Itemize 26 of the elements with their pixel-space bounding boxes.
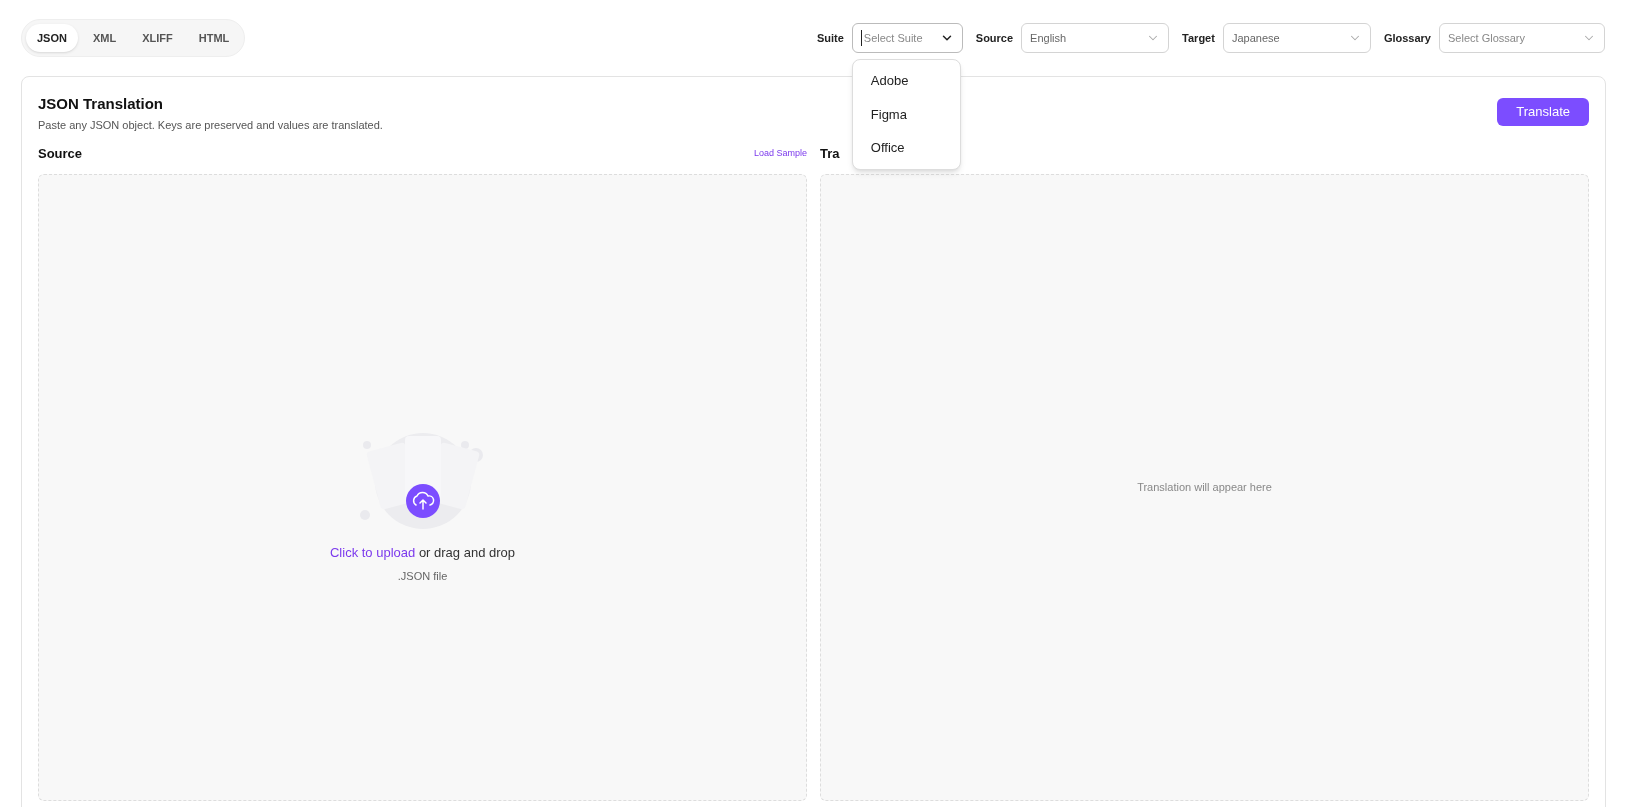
- dropdown-option[interactable]: Adobe: [852, 64, 960, 98]
- card-subtitle: Paste any JSON object. Keys are preserved and values are translated.: [38, 117, 383, 133]
- select-label: Source: [975, 30, 1014, 46]
- select-field[interactable]: English: [1021, 23, 1170, 53]
- format-tab[interactable]: JSON: [26, 23, 78, 53]
- select-field[interactable]: Select Suite: [851, 23, 963, 53]
- panel-label: Tra: [820, 145, 840, 164]
- dropdown-option[interactable]: Figma: [852, 97, 960, 131]
- upload-dropzone[interactable]: Click to upload or drag and drop .JSON file: [38, 174, 807, 801]
- upload-instruction: Click to upload or drag and drop: [330, 543, 515, 562]
- format-tab[interactable]: HTML: [187, 23, 241, 53]
- translate-button[interactable]: Translate: [1497, 98, 1589, 126]
- format-tab[interactable]: XLIFF: [131, 23, 184, 53]
- panel-label: Source: [38, 145, 83, 164]
- select-field[interactable]: Select Glossary: [1439, 23, 1605, 53]
- select-label: Suite: [816, 30, 844, 46]
- load-sample-link[interactable]: Load Sample: [753, 147, 807, 161]
- file-type-hint: .JSON file: [397, 569, 448, 584]
- empty-state-text: Translation will appear here: [1137, 480, 1272, 496]
- select-field[interactable]: Japanese: [1222, 23, 1371, 53]
- card-title: JSON Translation: [38, 94, 165, 114]
- dropdown-option[interactable]: Office: [852, 131, 960, 165]
- select-label: Glossary: [1383, 30, 1431, 46]
- format-tab[interactable]: XML: [81, 23, 128, 53]
- select-label: Target: [1182, 30, 1215, 46]
- upload-link[interactable]: Click to upload: [330, 544, 416, 560]
